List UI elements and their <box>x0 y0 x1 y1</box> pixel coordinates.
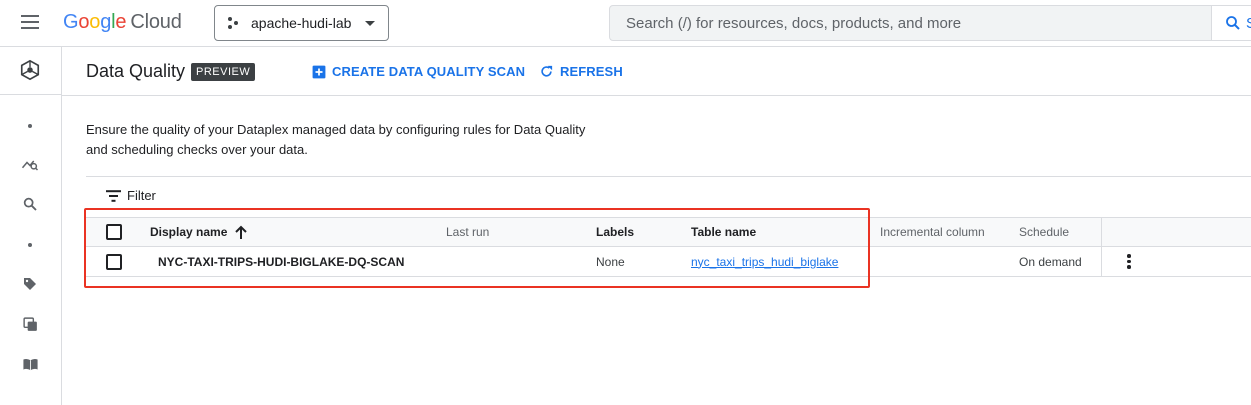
column-header-labels[interactable]: Labels <box>596 218 634 246</box>
table-header-row: Display name Last run Labels Table name … <box>86 217 1251 247</box>
data-quality-scans-table: Display name Last run Labels Table name … <box>86 217 1251 277</box>
filter-button[interactable]: Filter <box>106 188 156 203</box>
dataplex-icon[interactable] <box>19 59 41 81</box>
main-menu-icon[interactable] <box>21 15 41 31</box>
project-dots-icon <box>228 17 240 29</box>
page-description: Ensure the quality of your Dataplex mana… <box>86 120 626 160</box>
row-select-cell <box>106 247 122 276</box>
explore-icon[interactable] <box>19 153 41 175</box>
row-display-name[interactable]: NYC-TAXI-TRIPS-HUDI-BIGLAKE-DQ-SCAN <box>158 247 404 276</box>
project-selector[interactable]: apache-hudi-lab <box>214 5 389 41</box>
filter-icon <box>106 189 121 202</box>
description-line-1: Ensure the quality of your Dataplex mana… <box>86 122 586 137</box>
page-title: Data Quality <box>86 61 186 81</box>
search-input[interactable] <box>626 14 1211 32</box>
actions-column-header <box>1101 218 1158 246</box>
project-name: apache-hudi-lab <box>251 15 352 31</box>
caret-down-icon <box>365 21 375 26</box>
column-header-table-name[interactable]: Table name <box>691 218 756 246</box>
preview-badge: PREVIEW <box>191 63 256 81</box>
search-button-label: S <box>1246 15 1251 32</box>
manage-icon[interactable] <box>19 313 41 335</box>
row-checkbox[interactable] <box>106 253 122 270</box>
refresh-icon <box>541 65 553 77</box>
refresh-label: REFRESH <box>560 64 623 79</box>
column-header-last-run[interactable]: Last run <box>446 218 489 246</box>
display-name-header-label: Display name <box>150 225 228 239</box>
row-table-name-cell: nyc_taxi_trips_hudi_biglake <box>691 247 838 276</box>
book-icon[interactable] <box>19 353 41 375</box>
description-line-2: and scheduling checks over your data. <box>86 142 308 157</box>
add-box-icon <box>312 65 326 78</box>
divider <box>86 176 1251 177</box>
refresh-button[interactable]: REFRESH <box>539 64 623 79</box>
more-vert-icon[interactable] <box>1127 254 1131 269</box>
left-nav-rail <box>0 47 62 405</box>
create-scan-label: CREATE DATA QUALITY SCAN <box>332 64 526 79</box>
select-all-cell <box>106 218 122 246</box>
column-header-incremental-column[interactable]: Incremental column <box>880 218 985 246</box>
row-actions-cell <box>1101 247 1158 276</box>
sort-arrow-up-icon <box>235 225 248 239</box>
rail-dot-icon <box>28 124 32 128</box>
rail-product-header <box>0 47 61 95</box>
table-row[interactable]: NYC-TAXI-TRIPS-HUDI-BIGLAKE-DQ-SCAN None… <box>86 247 1251 277</box>
column-header-display-name[interactable]: Display name <box>150 218 248 246</box>
create-data-quality-scan-button[interactable]: CREATE DATA QUALITY SCAN <box>312 64 525 79</box>
filter-label: Filter <box>127 188 156 203</box>
search-button[interactable]: S <box>1212 5 1251 41</box>
page-header: Data Quality PREVIEW CREATE DATA QUALITY… <box>62 47 1251 96</box>
row-labels: None <box>596 254 625 269</box>
search-box[interactable] <box>609 5 1212 41</box>
search-icon <box>1226 16 1240 30</box>
select-all-checkbox[interactable] <box>106 224 122 240</box>
rail-dot-icon <box>28 243 32 247</box>
tag-icon[interactable] <box>19 273 41 295</box>
top-bar: Google Cloud apache-hudi-lab S <box>0 0 1251 47</box>
row-schedule: On demand <box>1019 254 1082 269</box>
table-name-link[interactable]: nyc_taxi_trips_hudi_biglake <box>691 255 838 269</box>
search-nav-icon[interactable] <box>19 193 41 215</box>
column-header-schedule[interactable]: Schedule <box>1019 218 1069 246</box>
google-cloud-logo[interactable]: Google Cloud <box>63 11 182 34</box>
